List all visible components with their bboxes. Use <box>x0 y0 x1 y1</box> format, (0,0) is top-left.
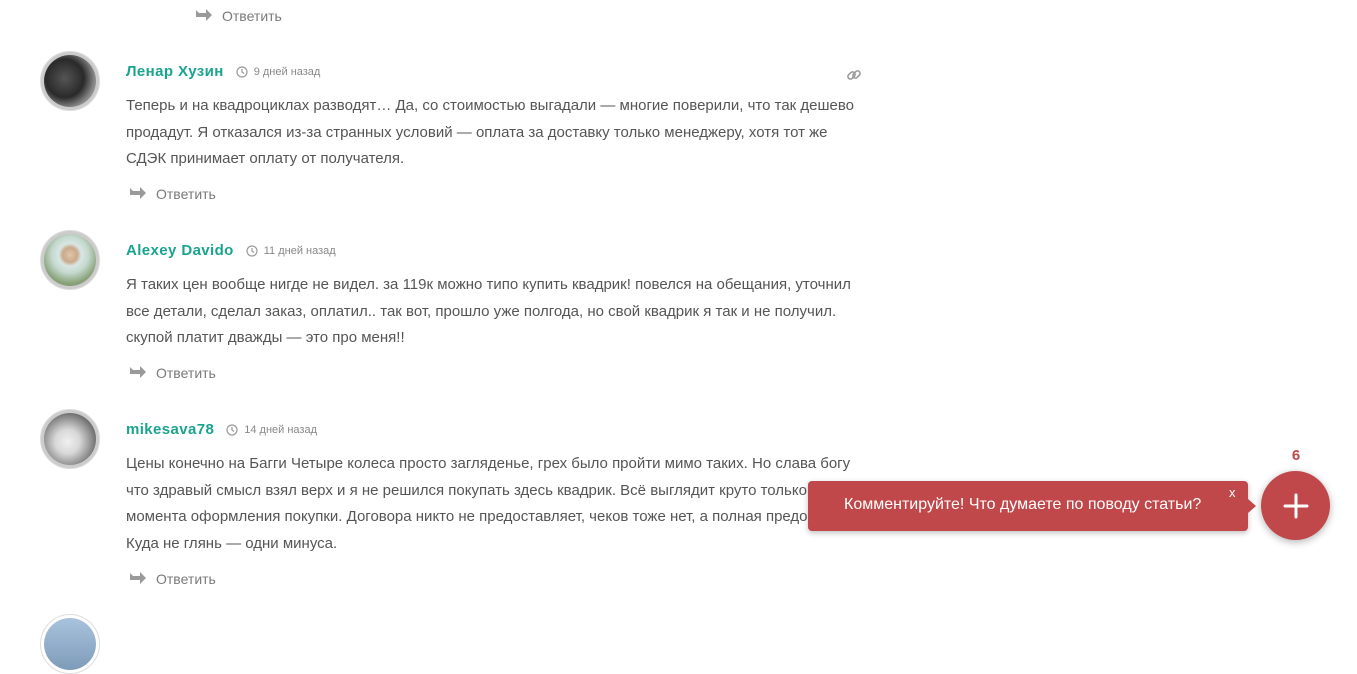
reply-button[interactable]: Ответить <box>194 8 282 24</box>
comment-count: 6 <box>1291 447 1301 464</box>
reply-label: Ответить <box>156 365 216 381</box>
reply-arrow-icon <box>130 572 146 584</box>
comment-item: mikesava78 14 дней назад Цены конечно на… <box>40 409 870 599</box>
close-button[interactable]: x <box>1229 485 1236 500</box>
comment-text: Теперь и на квадроциклах разводят… Да, с… <box>126 97 855 168</box>
comment-text: Цены конечно на Багги Четыре колеса прос… <box>126 455 852 553</box>
reply-arrow-icon <box>196 9 212 21</box>
reply-arrow-icon <box>130 366 146 378</box>
comment-time[interactable]: 11 дней назад <box>246 245 336 257</box>
comment-item: Alexey Davido 11 дней назад Я таких цен … <box>40 230 870 390</box>
reply-arrow-icon <box>130 187 146 199</box>
comment-time[interactable]: 9 дней назад <box>236 65 321 78</box>
avatar[interactable] <box>40 230 100 290</box>
comment-time-label: 9 дней назад <box>253 65 321 78</box>
comment-author[interactable]: mikesava78 <box>126 421 214 438</box>
avatar[interactable] <box>40 409 100 469</box>
comment-author[interactable]: Ленар Хузин <box>126 63 224 80</box>
comment-time[interactable]: 14 дней назад <box>226 424 317 436</box>
reply-button[interactable]: Ответить <box>128 186 216 202</box>
comment-prompt[interactable]: Комментируйте! Что думаете по поводу ста… <box>808 481 1256 531</box>
reply-label: Ответить <box>156 186 216 202</box>
prompt-arrow <box>1248 499 1256 513</box>
plus-icon <box>1283 493 1308 518</box>
avatar[interactable] <box>40 51 100 111</box>
reply-label: Ответить <box>222 8 282 24</box>
comment-author[interactable]: Alexey Davido <box>126 242 234 259</box>
comment-item: Ленар Хузин 9 дней назад Теперь и на ква… <box>40 51 870 211</box>
add-comment-button[interactable] <box>1261 471 1330 540</box>
avatar[interactable] <box>40 614 100 674</box>
comment-text: Я таких цен вообще нигде не видел. за 11… <box>126 276 851 347</box>
clock-icon <box>236 65 248 78</box>
reply-button[interactable]: Ответить <box>128 571 216 587</box>
comment-time-label: 14 дней назад <box>244 423 318 436</box>
link-icon[interactable] <box>846 67 862 83</box>
clock-icon <box>246 244 258 257</box>
comment-prompt-text: Комментируйте! Что думаете по поводу ста… <box>844 496 1202 513</box>
comment-time-label: 11 дней назад <box>263 244 336 257</box>
reply-button[interactable]: Ответить <box>128 365 216 381</box>
reply-label: Ответить <box>156 571 216 587</box>
clock-icon <box>226 423 238 436</box>
